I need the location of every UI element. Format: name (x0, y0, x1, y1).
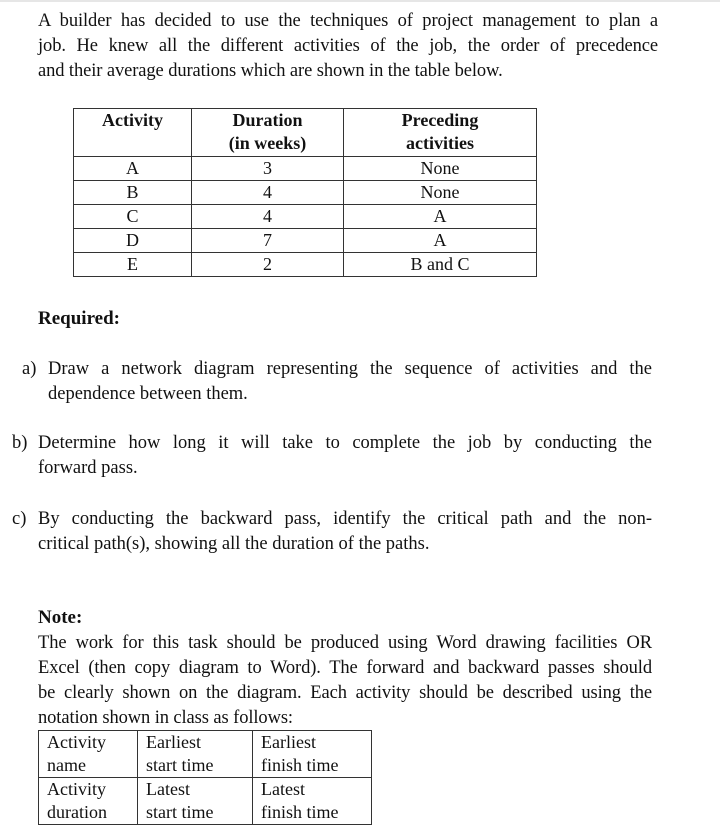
notation-row: Activity name Earliest start time Earlie… (38, 730, 372, 778)
cell-preceding: B and C (343, 252, 537, 277)
cell-preceding: A (343, 228, 537, 253)
notation-earliest-start: Earliest start time (137, 730, 253, 778)
header-preceding: Preceding activities (343, 108, 537, 157)
intro-line: and their average durations which are sh… (38, 61, 503, 81)
question-line: By conducting the backward pass, identif… (38, 509, 652, 529)
note-line: notation shown in class as follows: (38, 708, 293, 728)
notation-latest-finish: Latest finish time (252, 777, 372, 825)
cell-preceding: None (343, 180, 537, 205)
table-row: E 2 B and C (73, 252, 537, 277)
notation-activity-name: Activity name (38, 730, 138, 778)
required-heading: Required: (38, 308, 120, 329)
question-label: c) (12, 509, 27, 529)
question-label: a) (22, 359, 37, 379)
intro-line: job. He knew all the different activitie… (38, 36, 658, 56)
note-heading: Note: (38, 607, 83, 628)
notation-table: Activity name Earliest start time Earlie… (38, 730, 372, 825)
cell-duration: 2 (191, 252, 344, 277)
cell-duration: 4 (191, 180, 344, 205)
table-row: B 4 None (73, 180, 537, 205)
table-row: A 3 None (73, 156, 537, 181)
notation-row: Activity duration Latest start time Late… (38, 777, 372, 825)
cell-activity: E (73, 252, 192, 277)
cell-activity: B (73, 180, 192, 205)
table-row: C 4 A (73, 204, 537, 229)
cell-activity: A (73, 156, 192, 181)
cell-duration: 7 (191, 228, 344, 253)
question-label: b) (12, 433, 28, 453)
question-a: a) Draw a network diagram representing t… (22, 357, 652, 407)
question-line: Determine how long it will take to compl… (38, 433, 652, 453)
cell-activity: C (73, 204, 192, 229)
notation-earliest-finish: Earliest finish time (252, 730, 372, 778)
question-line: forward pass. (38, 458, 138, 478)
activity-table-header: Activity Duration (in weeks) Preceding a… (73, 108, 537, 157)
question-line: Draw a network diagram representing the … (48, 359, 652, 379)
intro-paragraph: A builder has decided to use the techniq… (38, 9, 658, 84)
note-line: Excel (then copy diagram to Word). The f… (38, 658, 652, 678)
cell-duration: 4 (191, 204, 344, 229)
cell-preceding: None (343, 156, 537, 181)
notation-latest-start: Latest start time (137, 777, 253, 825)
note-line: be clearly shown on the diagram. Each ac… (38, 683, 652, 703)
question-b: b) Determine how long it will take to co… (12, 431, 652, 481)
question-line: dependence between them. (48, 384, 248, 404)
cell-activity: D (73, 228, 192, 253)
notation-activity-duration: Activity duration (38, 777, 138, 825)
question-c: c) By conducting the backward pass, iden… (12, 507, 652, 557)
table-row: D 7 A (73, 228, 537, 253)
header-duration: Duration (in weeks) (191, 108, 344, 157)
note-paragraph: The work for this task should be produce… (38, 631, 652, 731)
cell-duration: 3 (191, 156, 344, 181)
intro-line: A builder has decided to use the techniq… (38, 11, 658, 31)
top-border (0, 0, 720, 2)
question-line: critical path(s), showing all the durati… (38, 534, 430, 554)
activity-table: Activity Duration (in weeks) Preceding a… (73, 108, 537, 277)
note-line: The work for this task should be produce… (38, 633, 652, 653)
cell-preceding: A (343, 204, 537, 229)
header-activity: Activity (73, 108, 192, 157)
